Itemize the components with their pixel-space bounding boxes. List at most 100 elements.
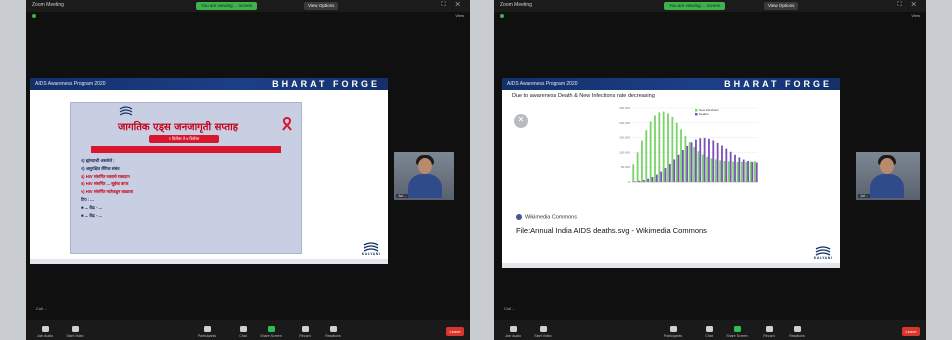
new-infections-bar [688,142,691,182]
screen-share-banner[interactable]: You are viewing ... screen [196,2,258,10]
toolbar-label: Chat [705,334,713,338]
new-infections-bar [706,156,709,182]
deaths-bar [681,150,684,182]
chart-title: Due to awareness Death & New Infections … [512,93,655,99]
meeting-toolbar: Join Audio Start Video Participants Chat… [26,320,470,340]
logo-icon [119,106,133,116]
new-infections-bar [754,161,756,182]
deaths-bar [664,168,667,182]
window-title: Zoom Meeting [32,2,64,8]
deaths-bar [655,174,658,182]
kalyani-logo-icon [815,246,831,256]
toolbar-label: Participants [663,334,683,338]
reactions-button[interactable]: Reactions [784,326,810,338]
y-tick-label: 250,000 [619,106,630,110]
slide-header: AIDS Awareness Program 2020 BHARAT FORGE [30,78,388,90]
reactions-button[interactable]: Reactions [320,326,346,338]
new-infections-bar [714,159,717,182]
deaths-bar [716,142,719,182]
new-infections-bar [649,121,652,182]
deaths-bar [660,171,663,182]
leave-button[interactable]: Leave [446,327,464,336]
shield-icon[interactable] [32,14,36,18]
kalyani-logo-text: KALYANI [361,252,381,256]
new-infections-bar [727,161,730,182]
chat-button[interactable]: Chat [696,326,722,338]
program-title: AIDS Awareness Program 2020 [507,81,578,87]
poster-date: १ डिसेंबर ते ७ डिसेंबर [149,135,219,143]
participant-video[interactable]: Jul ... [856,152,920,200]
meeting-info-bar: View [26,12,470,20]
start-video-button[interactable]: Start Video [62,326,88,338]
shared-slide: AIDS Awareness Program 2020 BHARAT FORGE… [502,78,840,268]
view-options-button[interactable]: View Options [304,2,339,10]
new-infections-bar [671,116,674,182]
shield-icon[interactable] [500,14,504,18]
join-audio-button[interactable]: Join Audio [500,326,526,338]
window-controls[interactable]: ⛶ ✕ [442,2,464,9]
participant-video[interactable]: Jul ... [394,152,454,200]
record-button[interactable]: Record [756,326,782,338]
deaths-bar [725,148,728,182]
toolbar-label: Share Screen [260,334,282,338]
deaths-bar [647,178,650,182]
poster-title: जागतिक एड्स जनजागृती सप्ताह [117,122,239,133]
y-tick-label: 100,000 [619,150,630,154]
view-menu[interactable]: View [455,13,464,18]
zoom-window-right: Zoom Meeting You are viewing ... screen … [494,0,926,340]
new-infections-bar [697,151,700,182]
poster-line: टिप : ... [81,196,94,202]
view-options-button[interactable]: View Options [764,2,799,10]
record-button[interactable]: Record [292,326,318,338]
kalyani-logo-icon [363,242,379,252]
zoom-window-left: Zoom Meeting You are viewing ... screen … [26,0,470,340]
start-video-button[interactable]: Start Video [530,326,556,338]
legend-swatch [695,109,698,112]
participants-button[interactable]: Participants [660,326,686,338]
toolbar-label: Record [763,334,775,338]
deaths-bar [673,159,676,182]
poster-line: १) ह्यांच्याशी असलेले : [81,158,115,163]
participants-button[interactable]: Participants [194,326,220,338]
reactions-icon [329,326,337,332]
share-screen-button[interactable]: Share Screen [724,326,750,338]
poster-line: ३) HIV संसर्गित रक्ताचे रक्तदान [81,173,130,179]
brand-name: BHARAT FORGE [272,79,380,89]
deaths-bar [699,138,702,182]
commons-text: Wikimedia Commons [525,214,577,221]
new-infections-bar [636,152,639,182]
deaths-bar [738,157,741,182]
deaths-bar [703,137,706,182]
close-icon[interactable] [514,114,528,128]
awareness-poster: जागतिक एड्स जनजागृती सप्ताह १ डिसेंबर ते… [70,102,302,254]
toolbar-label: Start Video [534,334,552,338]
share-screen-button[interactable]: Share Screen [258,326,284,338]
participants-icon [203,326,211,332]
wikimedia-logo-icon [516,214,522,220]
poster-line: ■ ... केंद्र - ... [81,212,102,218]
share-screen-icon [267,326,275,332]
new-infections-bar [701,154,704,182]
new-infections-bar [680,129,682,182]
meeting-info-bar: View [494,12,926,20]
video-icon [539,326,547,332]
leave-button[interactable]: Leave [902,327,920,336]
toolbar-label: Participants [197,334,217,338]
deaths-bar [690,142,693,182]
reactions-icon [793,326,801,332]
shared-slide: AIDS Awareness Program 2020 BHARAT FORGE… [30,78,388,264]
legend-label: Deaths [699,112,709,116]
join-audio-button[interactable]: Join Audio [32,326,58,338]
window-controls[interactable]: ⛶ ✕ [898,2,920,9]
new-infections-bar [736,161,739,182]
program-title: AIDS Awareness Program 2020 [35,81,106,87]
screen-share-banner[interactable]: You are viewing ... screen [664,2,726,10]
kalyani-logo: KALYANI [812,246,834,260]
view-menu[interactable]: View [911,13,920,18]
deaths-bar [651,176,654,182]
deaths-bar [755,162,758,182]
headphones-icon [509,326,517,332]
poster-line: ४) HIV संसर्गित ... सुईचा वापर [81,181,129,187]
chat-button[interactable]: Chat [230,326,256,338]
participant-face [880,158,894,174]
